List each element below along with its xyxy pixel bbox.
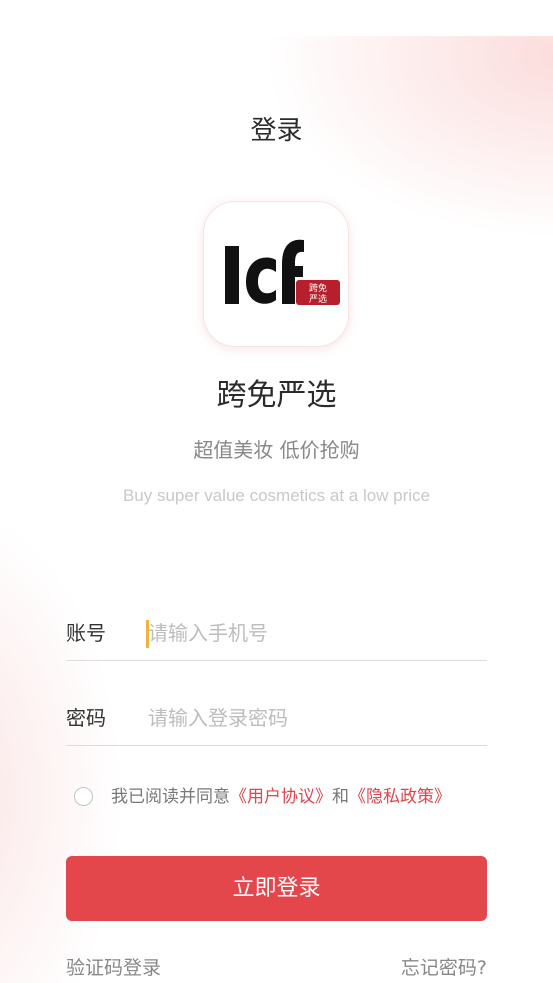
- agreement-row: 我已阅读并同意《用户协议》和《隐私政策》: [74, 784, 494, 812]
- status-bar: [0, 0, 553, 36]
- login-screen: [0, 36, 553, 983]
- svg-text:跨免: 跨免: [309, 282, 327, 294]
- privacy-policy-link[interactable]: 《隐私政策》: [349, 787, 451, 807]
- svg-text:严选: 严选: [309, 293, 327, 305]
- agreement-prefix: 我已阅读并同意: [111, 787, 230, 807]
- slogan-english: Buy super value cosmetics at a low price: [122, 486, 431, 505]
- account-label: 账号: [66, 621, 106, 645]
- lcf-logo-icon: 跨免 严选: [225, 239, 340, 305]
- password-input[interactable]: [146, 701, 478, 735]
- forgot-password-link[interactable]: 忘记密码?: [401, 954, 487, 982]
- user-agreement-link[interactable]: 《用户协议》: [230, 787, 332, 807]
- phone-input[interactable]: [146, 616, 478, 650]
- sms-login-link[interactable]: 验证码登录: [66, 954, 161, 982]
- password-label: 密码: [66, 706, 106, 730]
- page-title: 登录: [250, 116, 303, 146]
- app-name: 跨免严选: [216, 378, 337, 413]
- text-cursor: [146, 620, 149, 648]
- slogan-chinese: 超值美妆 低价抢购: [193, 438, 360, 462]
- agreement-conjunction: 和: [332, 787, 349, 807]
- agreement-text: 我已阅读并同意《用户协议》和《隐私政策》: [111, 784, 451, 810]
- account-field-row: 账号: [66, 610, 487, 661]
- login-button[interactable]: 立即登录: [66, 856, 487, 921]
- agreement-checkbox[interactable]: [74, 787, 93, 806]
- password-field-row: 密码: [66, 695, 487, 746]
- app-logo: 跨免 严选: [203, 201, 349, 347]
